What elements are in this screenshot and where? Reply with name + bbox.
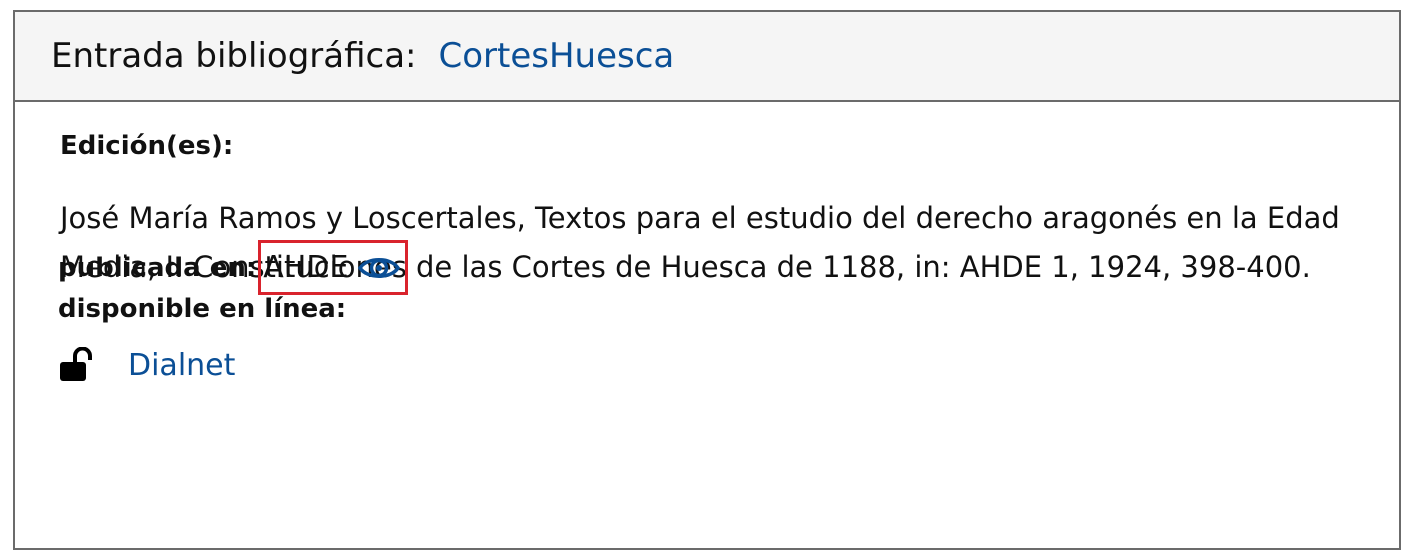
published-in-value: AHDE bbox=[263, 250, 349, 285]
entry-link[interactable]: CortesHuesca bbox=[439, 36, 675, 76]
unlock-icon bbox=[58, 347, 96, 383]
dialnet-link[interactable]: Dialnet bbox=[128, 348, 235, 383]
editions-title: Edición(es): bbox=[60, 131, 234, 161]
available-online-row: disponible en línea: bbox=[58, 294, 346, 324]
eye-icon[interactable] bbox=[358, 253, 401, 283]
card-header: Entrada bibliográfica: CortesHuesca bbox=[15, 12, 1399, 102]
bibliographic-entry-card: Entrada bibliográfica: CortesHuesca Edic… bbox=[13, 10, 1401, 550]
online-link-row: Dialnet bbox=[58, 347, 235, 383]
published-in-value-box: AHDE bbox=[258, 240, 409, 295]
entry-label: Entrada bibliográfica: bbox=[51, 36, 417, 76]
available-online-label: disponible en línea: bbox=[58, 294, 347, 324]
published-in-row: publicada en: AHDE bbox=[58, 240, 409, 295]
published-in-label: publicada en: bbox=[58, 252, 257, 283]
